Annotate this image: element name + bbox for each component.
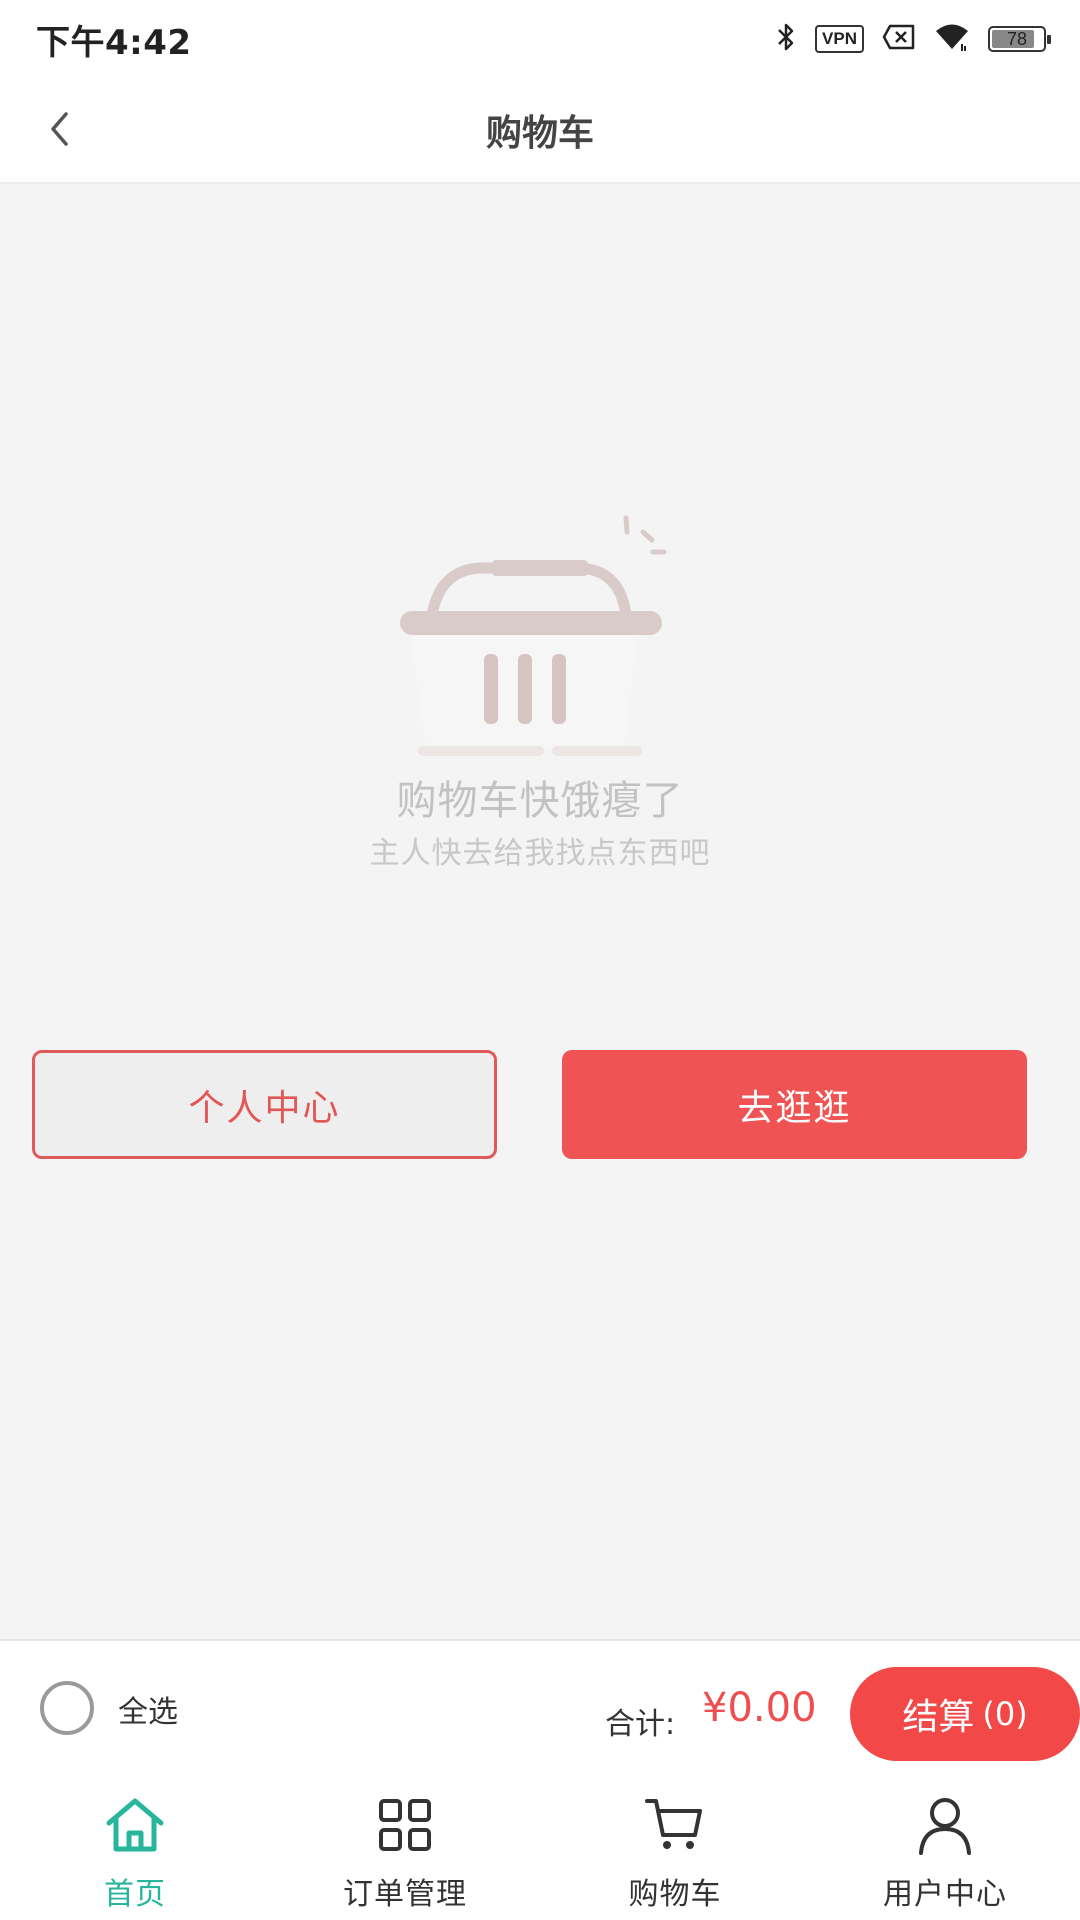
- status-bar: 下午4:42 VPN 78: [0, 0, 1080, 78]
- home-icon: [103, 1793, 167, 1857]
- tab-label: 订单管理: [343, 1877, 467, 1912]
- personal-center-button[interactable]: 个人中心: [32, 1050, 497, 1159]
- status-icons: VPN 78: [775, 21, 1051, 57]
- battery-icon: 78: [988, 26, 1051, 52]
- battery-level: 78: [1006, 28, 1028, 49]
- empty-cart-title: 购物车快饿瘪了: [396, 778, 684, 824]
- tab-label: 首页: [104, 1877, 166, 1912]
- select-all-radio[interactable]: [40, 1681, 94, 1735]
- tab-user-center[interactable]: 用户中心: [810, 1769, 1080, 1920]
- bottom-tab-bar: 首页 订单管理 购物车 用户中心: [0, 1769, 1080, 1920]
- tab-cart[interactable]: 购物车: [540, 1769, 810, 1920]
- wifi-icon: [934, 22, 970, 56]
- checkout-label: 结算: [902, 1697, 975, 1738]
- checkout-button[interactable]: 结算 (0): [850, 1667, 1080, 1761]
- tab-label: 用户中心: [883, 1877, 1007, 1912]
- empty-cart-subtitle: 主人快去给我找点东西吧: [369, 836, 711, 871]
- vpn-icon: VPN: [815, 25, 864, 53]
- select-all-label[interactable]: 全选: [118, 1687, 178, 1731]
- grid-icon: [373, 1793, 437, 1857]
- page-title: 购物车: [485, 113, 594, 154]
- tab-label: 购物车: [628, 1877, 722, 1912]
- chevron-left-icon: [45, 109, 75, 153]
- user-icon: [913, 1793, 977, 1857]
- total-label: 合计:: [605, 1707, 676, 1742]
- back-button[interactable]: [34, 105, 86, 157]
- tab-orders[interactable]: 订单管理: [270, 1769, 540, 1920]
- nav-bar: 购物车: [0, 78, 1080, 184]
- checkout-count: (0): [982, 1695, 1028, 1733]
- sim-off-icon: [882, 24, 916, 54]
- cart-icon: [643, 1793, 707, 1857]
- status-time: 下午4:42: [36, 22, 192, 63]
- go-shopping-button[interactable]: 去逛逛: [562, 1050, 1027, 1159]
- bluetooth-icon: [775, 21, 797, 57]
- total-amount: ¥0.00: [702, 1685, 817, 1731]
- shopping-basket-icon: [400, 510, 680, 760]
- checkout-bar: 全选 合计: ¥0.00 结算 (0): [0, 1639, 1080, 1769]
- cart-screen: 下午4:42 VPN 78 购物车 购物车快饿瘪了 主人快去给我找点东西吧 个人…: [0, 0, 1080, 1920]
- tab-home[interactable]: 首页: [0, 1769, 270, 1920]
